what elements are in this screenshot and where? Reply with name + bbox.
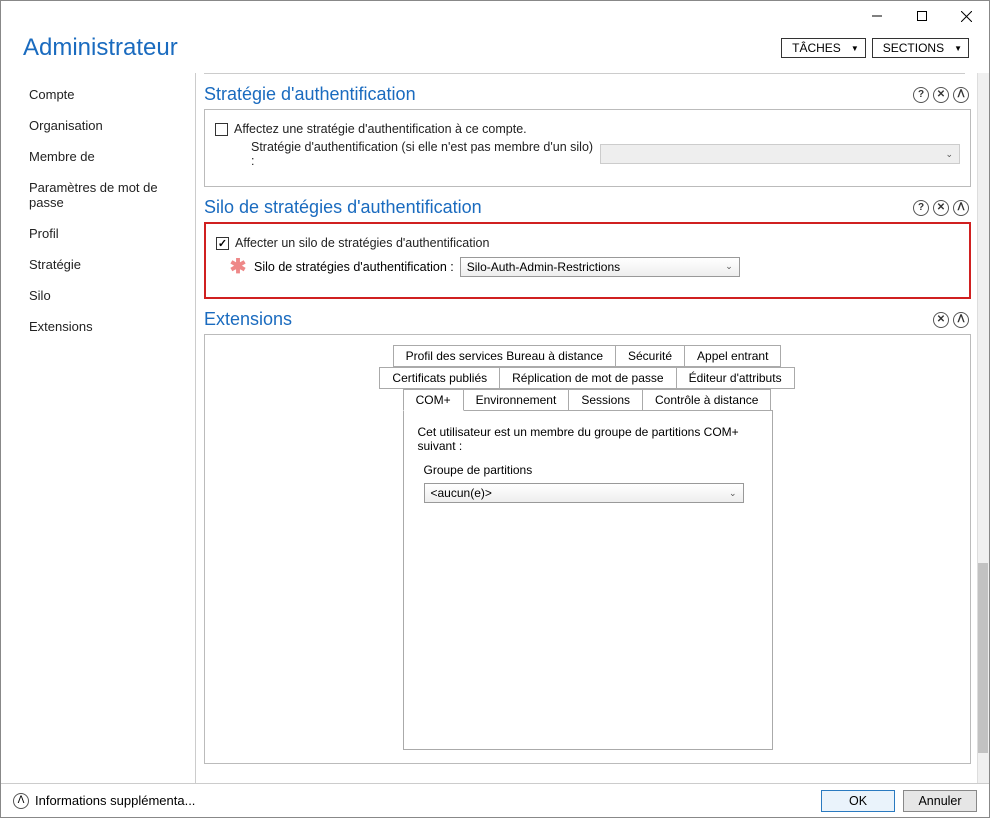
chevron-down-icon: ⌄: [725, 261, 733, 272]
window-close-button[interactable]: [944, 1, 989, 31]
com-group-value: <aucun(e)>: [431, 486, 492, 500]
collapse-icon[interactable]: ᐱ: [953, 200, 969, 216]
sidebar-item-membre-de[interactable]: Membre de: [1, 141, 195, 172]
sidebar: Compte Organisation Membre de Paramètres…: [1, 73, 196, 783]
sidebar-item-compte[interactable]: Compte: [1, 79, 195, 110]
vertical-scrollbar[interactable]: [977, 73, 989, 783]
cancel-button[interactable]: Annuler: [903, 790, 977, 812]
silo-dropdown-value: Silo-Auth-Admin-Restrictions: [467, 260, 620, 274]
sections-dropdown[interactable]: SECTIONS ▼: [872, 38, 969, 58]
window-titlebar: [1, 1, 989, 31]
sidebar-item-silo[interactable]: Silo: [1, 280, 195, 311]
tab-remote-control[interactable]: Contrôle à distance: [642, 389, 771, 411]
tasks-label: TÂCHES: [792, 41, 841, 55]
help-icon[interactable]: ?: [913, 200, 929, 216]
sidebar-item-extensions[interactable]: Extensions: [1, 311, 195, 342]
sidebar-item-parametres-mdp[interactable]: Paramètres de mot de passe: [1, 172, 195, 218]
silo-checkbox[interactable]: [216, 237, 229, 250]
com-description: Cet utilisateur est un membre du groupe …: [418, 425, 758, 453]
close-icon[interactable]: ✕: [933, 312, 949, 328]
section-title-silo: Silo de stratégies d'authentification: [204, 197, 482, 218]
tasks-dropdown[interactable]: TÂCHES ▼: [781, 38, 866, 58]
silo-field-label: Silo de stratégies d'authentification :: [254, 260, 454, 274]
tab-dial-in[interactable]: Appel entrant: [684, 345, 781, 367]
info-label: Informations supplémenta...: [35, 793, 195, 808]
section-auth-policy: Stratégie d'authentification ? ✕ ᐱ Affec…: [204, 80, 971, 187]
required-asterisk-icon: ✱: [228, 254, 248, 279]
collapse-icon[interactable]: ᐱ: [953, 312, 969, 328]
close-icon[interactable]: ✕: [933, 200, 949, 216]
tab-published-certs[interactable]: Certificats publiés: [379, 367, 500, 389]
auth-policy-field-label: Stratégie d'authentification (si elle n'…: [251, 140, 596, 168]
auth-policy-checkbox[interactable]: [215, 123, 228, 136]
tab-password-replication[interactable]: Réplication de mot de passe: [499, 367, 676, 389]
sidebar-item-organisation[interactable]: Organisation: [1, 110, 195, 141]
tab-rds-profile[interactable]: Profil des services Bureau à distance: [393, 345, 616, 367]
window-maximize-button[interactable]: [899, 1, 944, 31]
help-icon[interactable]: ?: [913, 87, 929, 103]
silo-checkbox-label: Affecter un silo de stratégies d'authent…: [235, 236, 489, 250]
section-silo: Silo de stratégies d'authentification ? …: [204, 193, 971, 299]
ok-button[interactable]: OK: [821, 790, 895, 812]
page-title: Administrateur: [23, 34, 178, 62]
section-title-extensions: Extensions: [204, 309, 292, 330]
sections-label: SECTIONS: [883, 41, 944, 55]
chevron-down-icon: ⌄: [729, 488, 737, 499]
com-group-label: Groupe de partitions: [424, 463, 758, 477]
section-extensions: Extensions ✕ ᐱ Profil des services Burea…: [204, 305, 971, 764]
sidebar-item-strategie[interactable]: Stratégie: [1, 249, 195, 280]
collapse-icon[interactable]: ᐱ: [953, 87, 969, 103]
window-minimize-button[interactable]: [854, 1, 899, 31]
auth-policy-checkbox-label: Affectez une stratégie d'authentificatio…: [234, 122, 527, 136]
tab-attribute-editor[interactable]: Éditeur d'attributs: [676, 367, 795, 389]
info-expand-link[interactable]: ᐱ Informations supplémenta...: [13, 793, 195, 809]
com-group-dropdown[interactable]: <aucun(e)> ⌄: [424, 483, 744, 503]
scrollbar-thumb[interactable]: [978, 563, 988, 753]
tab-sessions[interactable]: Sessions: [568, 389, 643, 411]
section-title-auth-policy: Stratégie d'authentification: [204, 84, 416, 105]
tab-environment[interactable]: Environnement: [463, 389, 570, 411]
tab-com-plus[interactable]: COM+: [403, 389, 464, 411]
chevron-down-icon: ▼: [851, 44, 859, 53]
chevron-up-icon: ᐱ: [13, 793, 29, 809]
tab-security[interactable]: Sécurité: [615, 345, 685, 367]
auth-policy-dropdown: ⌄: [600, 144, 960, 164]
tab-panel-com-plus: Cet utilisateur est un membre du groupe …: [403, 410, 773, 750]
chevron-down-icon: ▼: [954, 44, 962, 53]
silo-dropdown[interactable]: Silo-Auth-Admin-Restrictions ⌄: [460, 257, 740, 277]
close-icon[interactable]: ✕: [933, 87, 949, 103]
sidebar-item-profil[interactable]: Profil: [1, 218, 195, 249]
chevron-down-icon: ⌄: [945, 149, 953, 160]
